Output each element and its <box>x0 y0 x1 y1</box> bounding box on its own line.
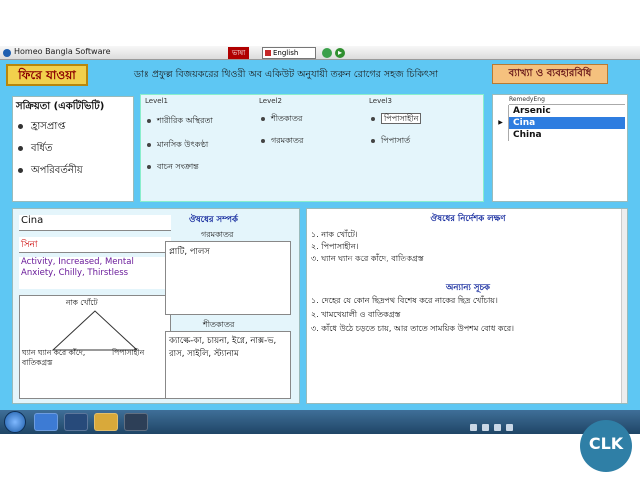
vertical-scrollbar[interactable] <box>621 209 627 403</box>
level2-label: Level2 <box>259 97 282 105</box>
cold-remedies-box: ক্যাল্কে-কা, চায়না, ইগ্নে, নাক্স-ভ, রাস… <box>165 331 291 399</box>
level1-label: Level1 <box>145 97 168 105</box>
arrow-button[interactable]: ▸ <box>335 48 345 58</box>
page-title: ডাঃ প্রফুল্ল বিজয়করের থিওরী অব একিউট অন… <box>133 69 439 80</box>
activity-option-increased[interactable]: বর্ধিত <box>18 141 53 158</box>
level2-option-hot[interactable]: গরমকাতর <box>261 135 303 148</box>
taskbar <box>0 410 640 434</box>
tray-icon[interactable] <box>494 424 501 431</box>
remedy-row-china[interactable]: China <box>493 129 627 141</box>
window-titlebar: Homeo Bangla Software ভাষা English ▸ <box>0 46 640 60</box>
activity-panel: সক্রিয়তা (একটিভিটি) হ্রাসপ্রাপ্ত বর্ধিত… <box>12 96 134 202</box>
symptoms-panel: ঔষধের নির্দেশক লক্ষণ ১. নাক খোঁটে। ২. পি… <box>306 208 628 404</box>
folder-icon[interactable] <box>94 413 118 431</box>
media-player-icon[interactable] <box>64 413 88 431</box>
level3-label: Level3 <box>369 97 392 105</box>
app-icon <box>3 49 11 57</box>
badge-text: CLK <box>588 434 624 453</box>
site-badge-logo: CLK <box>580 420 632 472</box>
radio-icon <box>18 167 23 173</box>
row-indicator <box>493 105 509 117</box>
hot-remedies-box: প্লাটি, পালস <box>165 241 291 315</box>
activity-title: সক্রিয়তা (একটিভিটি) <box>16 101 105 112</box>
activity-option-label: হ্রাসপ্রাপ্ত <box>31 121 66 132</box>
start-button[interactable] <box>4 411 26 433</box>
tray-icon[interactable] <box>506 424 513 431</box>
radio-selected-icon <box>147 142 151 147</box>
other-indicator-line: ২. খামখেয়ালী ও বাতিকগ্রস্ত <box>311 310 401 319</box>
language-select[interactable]: English <box>262 47 316 59</box>
remedy-grid: RemedyEng Arsenic ▶ Cina China <box>492 94 628 202</box>
remedy-keywords: Activity, Increased, Mental Anxiety, Chi… <box>19 257 171 289</box>
other-indicator-line: ১. দেহের যে কোন ছিদ্রপথ বিশেষ করে নাকের … <box>311 296 498 305</box>
row-indicator <box>493 129 509 141</box>
radio-icon <box>147 164 151 169</box>
row-pointer-icon: ▶ <box>493 117 509 129</box>
level-option-label: পিপাসার্ত <box>381 136 411 145</box>
language-value: English <box>273 49 299 57</box>
remedy-relation-panel: Cina সিনা Activity, Increased, Mental An… <box>12 208 300 404</box>
level3-option-thirsty[interactable]: পিপাসার্ত <box>371 135 410 148</box>
level1-option-physical[interactable]: শারীরিক অস্থিরতা <box>147 115 213 128</box>
activity-option-decreased[interactable]: হ্রাসপ্রাপ্ত <box>18 119 66 136</box>
level1-option-speech[interactable]: বাচন সংক্রান্ত <box>147 161 199 174</box>
radio-selected-icon <box>18 145 23 151</box>
radio-icon <box>147 118 151 123</box>
globe-button[interactable] <box>322 48 332 58</box>
remedy-name: China <box>513 130 542 140</box>
level1-option-mental[interactable]: মানসিক উৎকণ্ঠা <box>147 139 208 152</box>
relation-title: ঔষধের সম্পর্ক <box>189 215 238 225</box>
radio-icon <box>261 138 265 143</box>
triangle-shape <box>51 310 139 351</box>
radio-selected-icon <box>371 116 375 121</box>
level-option-label: মানসিক উৎকণ্ঠা <box>157 140 209 149</box>
levels-panel: Level1 শারীরিক অস্থিরতা মানসিক উৎকণ্ঠা ব… <box>140 94 484 202</box>
flag-icon <box>265 50 271 56</box>
level-option-label: শীতকাতর <box>271 114 303 123</box>
browser-icon[interactable] <box>34 413 58 431</box>
level-option-label: শারীরিক অস্থিরতা <box>157 116 213 125</box>
symptom-triangle: নাক খোঁটে ঘ্যান ঘ্যান করে কাঁদে, বাতিকগ্… <box>19 295 171 399</box>
activity-option-label: অপরিবর্তনীয় <box>31 165 83 176</box>
remedy-name: Cina <box>509 117 625 129</box>
remedy-name: Arsenic <box>513 106 551 116</box>
level2-option-chilly[interactable]: শীতকাতর <box>261 113 302 126</box>
other-indicators-title: অন্যান্য সূচক <box>445 283 490 293</box>
radio-selected-icon <box>261 116 265 121</box>
activity-option-unchanged[interactable]: অপরিবর্তনীয় <box>18 163 83 180</box>
remedy-name-field: Cina <box>19 215 171 231</box>
level-option-label: গরমকাতর <box>271 136 304 145</box>
window-title: Homeo Bangla Software <box>14 47 111 56</box>
tray-icon[interactable] <box>470 424 477 431</box>
explanation-button[interactable]: ব্যাখ্যা ও ব্যবহারবিধি <box>492 64 608 84</box>
triangle-left-label: ঘ্যান ঘ্যান করে কাঁদে, বাতিকগ্রস্ত <box>22 348 86 367</box>
other-indicator-line: ৩. কাঁধে উঠে চড়তে চায়, আর তাতে সাময়িক… <box>311 324 514 333</box>
remedy-grid-header: RemedyEng <box>509 96 625 105</box>
tray-icon[interactable] <box>482 424 489 431</box>
language-label: ভাষা <box>228 47 250 59</box>
activity-option-label: বর্ধিত <box>31 143 53 154</box>
watermark: clickbd <box>330 250 442 283</box>
system-tray <box>470 416 570 431</box>
remedy-bengali-name: সিনা <box>19 237 171 253</box>
radio-icon <box>18 123 23 129</box>
triangle-right-label: পিপাসাহীন <box>112 348 145 357</box>
eye-app-icon[interactable] <box>124 413 148 431</box>
radio-icon <box>371 138 375 143</box>
level-option-label: বাচন সংক্রান্ত <box>157 162 199 171</box>
back-button[interactable]: ফিরে যাওয়া <box>6 64 88 86</box>
remedy-row-cina[interactable]: ▶ Cina <box>493 117 627 129</box>
indicative-symptoms-title: ঔষধের নির্দেশক লক্ষণ <box>430 214 506 224</box>
level-option-label: পিপাসাহীন <box>381 113 422 124</box>
level3-option-thirstless[interactable]: পিপাসাহীন <box>371 113 422 126</box>
remedy-row-arsenic[interactable]: Arsenic <box>493 105 627 117</box>
